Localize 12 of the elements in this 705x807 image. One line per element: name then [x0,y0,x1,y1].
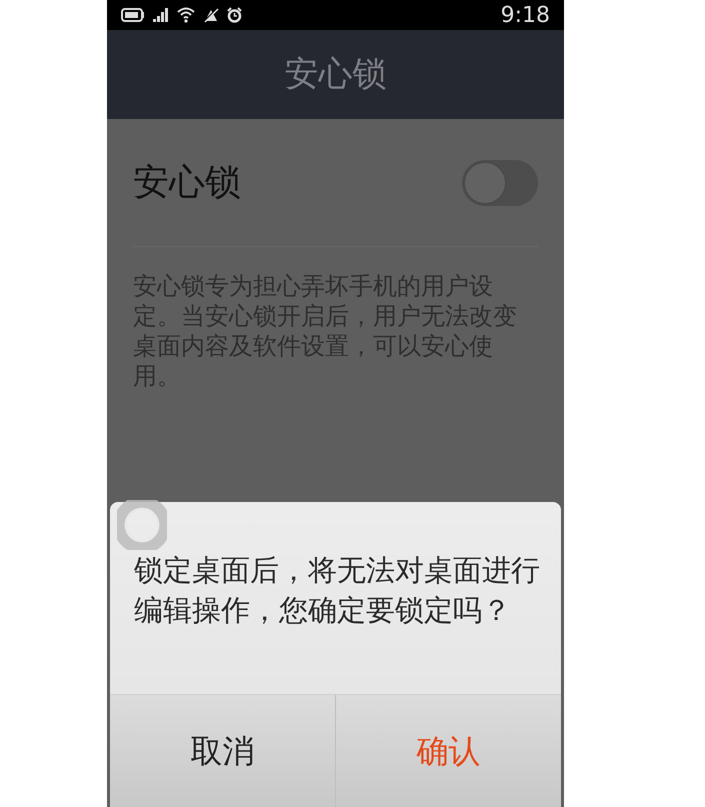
toggle-switch[interactable] [462,160,538,206]
touch-indicator-icon [117,500,167,550]
alarm-clock-icon [227,7,242,23]
signal-icon [153,8,169,22]
status-time: 9:18 [500,2,550,30]
cancel-button[interactable]: 取消 [110,695,335,807]
muted-notification-icon [203,7,219,23]
dialog-message: 锁定桌面后，将无法对桌面进行编辑操作，您确定要锁定吗？ [134,552,541,629]
setting-label: 安心锁 [133,160,241,204]
wifi-icon [177,7,195,23]
page-title: 安心锁 [284,53,386,96]
battery-icon [121,8,145,22]
